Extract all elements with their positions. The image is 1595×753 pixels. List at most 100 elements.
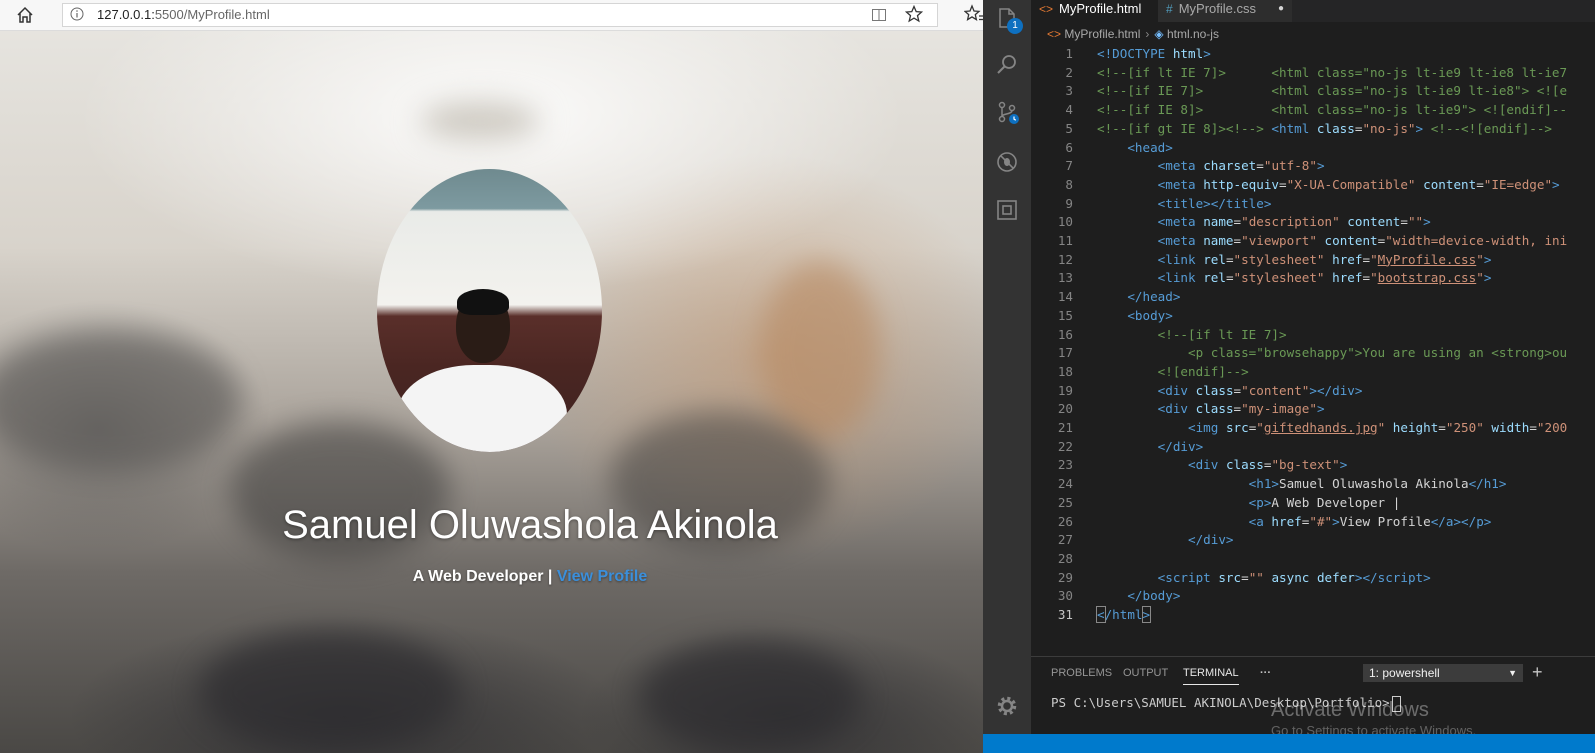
line-number: 15: [1057, 307, 1073, 323]
line-number: 3: [1065, 83, 1073, 99]
line-number: 21: [1057, 420, 1073, 435]
code-line: 24 <h1>Samuel Oluwashola Akinola</h1>: [1031, 476, 1595, 495]
line-number: 30: [1057, 588, 1073, 604]
chevron-right-icon: ›: [1145, 27, 1150, 41]
code-area[interactable]: 1 <!DOCTYPE html> 2 <!--[if lt IE 7]> <htm…: [1031, 46, 1595, 656]
line-number: 22: [1057, 438, 1073, 454]
background-blur-shape: [0, 331, 240, 471]
line-number: 24: [1057, 476, 1073, 492]
code-text: <script src="" async defer></script>: [1157, 569, 1431, 585]
code-text: <h1>Samuel Oluwashola Akinola</h1>: [1248, 476, 1507, 492]
line-number: 7: [1065, 158, 1073, 174]
breadcrumb-file[interactable]: MyProfile.html: [1064, 27, 1140, 41]
line-number: 20: [1057, 401, 1073, 417]
code-text: <p class="browsehappy">You are using an …: [1188, 345, 1568, 361]
avatar-shirt: [397, 365, 567, 452]
home-icon[interactable]: [14, 4, 36, 26]
code-line: 8 <meta http-equiv="X-UA-Compatible" con…: [1031, 177, 1595, 196]
settings-gear-icon[interactable]: [995, 694, 1019, 718]
code-line: 15 <body>: [1031, 308, 1595, 327]
code-text: <!--[if lt IE 7]> <html class="no-js lt-…: [1097, 64, 1568, 80]
code-text: <!DOCTYPE html>: [1097, 46, 1211, 61]
element-cube-icon: ◈: [1154, 27, 1164, 41]
code-line: 27 </div>: [1031, 532, 1595, 551]
bottom-panel: PROBLEMS OUTPUT TERMINAL ··· 1: powershe…: [1031, 656, 1595, 738]
line-number: 16: [1057, 326, 1073, 342]
tab-output[interactable]: OUTPUT: [1123, 667, 1168, 679]
line-number: 28: [1057, 550, 1073, 566]
line-number: 27: [1057, 532, 1073, 548]
code-line: 18 <![endif]-->: [1031, 364, 1595, 383]
search-icon[interactable]: [995, 52, 1019, 76]
reading-view-icon[interactable]: [871, 7, 887, 23]
code-line: 3 <!--[if IE 7]> <html class="no-js lt-ie…: [1031, 83, 1595, 102]
avatar-hair: [457, 289, 509, 315]
code-line: 21 <img src="giftedhands.jpg" height="25…: [1031, 420, 1595, 439]
source-control-icon[interactable]: [995, 100, 1019, 124]
code-line: 22 </div>: [1031, 439, 1595, 458]
code-line: 5 <!--[if gt IE 8]><!--> <html class="no-…: [1031, 121, 1595, 140]
favorites-icon[interactable]: [964, 4, 983, 24]
html-file-icon: <>: [1047, 27, 1062, 41]
code-line: 14 </head>: [1031, 289, 1595, 308]
activation-watermark: Activate Windows: [1271, 699, 1429, 721]
code-line: 9 <title></title>: [1031, 196, 1595, 215]
line-number: 19: [1057, 382, 1073, 398]
terminal-select[interactable]: 1: powershell ▼: [1363, 664, 1523, 682]
line-number: 31: [1057, 607, 1073, 622]
profile-name: Samuel Oluwashola Akinola: [282, 503, 778, 547]
breadcrumb: <> MyProfile.html › ◈ html.no-js: [1047, 27, 1219, 41]
code-text: </html>: [1096, 606, 1152, 623]
code-line: 31 </html>: [1031, 606, 1595, 626]
breadcrumb-element[interactable]: html.no-js: [1167, 27, 1219, 41]
more-actions-icon[interactable]: ···: [1260, 667, 1271, 679]
tab-myprofile-html[interactable]: <>MyProfile.html ×: [1031, 0, 1173, 22]
code-line: 29 <script src="" async defer></script>: [1031, 570, 1595, 589]
view-profile-link[interactable]: View Profile: [557, 568, 647, 585]
code-line: 30 </body>: [1031, 588, 1595, 607]
activity-bar: 1: [983, 0, 1031, 734]
code-line: 19 <div class="content"></div>: [1031, 383, 1595, 402]
tab-problems[interactable]: PROBLEMS: [1051, 667, 1112, 679]
new-terminal-plus-icon[interactable]: +: [1532, 663, 1543, 681]
code-line: 28: [1031, 551, 1595, 570]
line-number: 5: [1065, 120, 1073, 136]
code-text: <p>A Web Developer |: [1248, 494, 1401, 510]
code-line: 20 <div class="my-image">: [1031, 401, 1595, 420]
status-bar: [983, 734, 1595, 753]
line-number: 4: [1065, 102, 1073, 118]
terminal-select-value: 1: powershell: [1369, 666, 1440, 680]
unsaved-dot-icon[interactable]: ●: [1278, 0, 1284, 18]
explorer-icon[interactable]: 1: [995, 6, 1023, 34]
line-number: 26: [1057, 513, 1073, 529]
code-line: 25 <p>A Web Developer |: [1031, 495, 1595, 514]
profile-avatar: [377, 169, 602, 452]
code-text: <meta http-equiv="X-UA-Compatible" conte…: [1157, 176, 1560, 192]
line-number: 29: [1057, 569, 1073, 585]
line-number: 11: [1057, 233, 1073, 248]
profile-tagline: A Web Developer | View Profile: [0, 568, 983, 586]
code-line: 26 <a href="#">View Profile</a></p>: [1031, 514, 1595, 533]
tab-myprofile-css[interactable]: # MyProfile.css ●: [1158, 0, 1292, 22]
favorite-star-icon[interactable]: [905, 5, 923, 23]
browser-toolbar: 127.0.0.1:5500/MyProfile.html: [0, 0, 983, 31]
info-icon[interactable]: [70, 7, 84, 21]
url-text: 127.0.0.1:5500/MyProfile.html: [97, 7, 270, 22]
debug-icon[interactable]: [995, 150, 1019, 174]
tab-terminal[interactable]: TERMINAL: [1183, 667, 1239, 685]
line-number: 13: [1057, 270, 1073, 286]
url-host: 127.0.0.1:: [97, 7, 155, 22]
code-text: <!--[if lt IE 7]>: [1157, 326, 1287, 342]
address-bar[interactable]: 127.0.0.1:5500/MyProfile.html: [62, 3, 938, 27]
line-number: 10: [1057, 214, 1073, 230]
line-number: 12: [1057, 251, 1073, 267]
chevron-down-icon: ▼: [1508, 668, 1517, 678]
browser-window: 127.0.0.1:5500/MyProfile.html Samuel Olu…: [0, 0, 983, 753]
extensions-icon[interactable]: [995, 198, 1019, 222]
code-text: <a href="#">View Profile</a></p>: [1248, 513, 1492, 529]
code-text: <meta name="viewport" content="width=dev…: [1157, 233, 1568, 248]
code-line: 23 <div class="bg-text">: [1031, 457, 1595, 476]
code-text: <!--[if IE 7]> <html class="no-js lt-ie9…: [1097, 83, 1568, 99]
code-editor-window: 1 <>MyProfile.html × #MyProfile.css ● <>…: [983, 0, 1595, 753]
code-line: 2 <!--[if lt IE 7]> <html class="no-js lt…: [1031, 65, 1595, 84]
